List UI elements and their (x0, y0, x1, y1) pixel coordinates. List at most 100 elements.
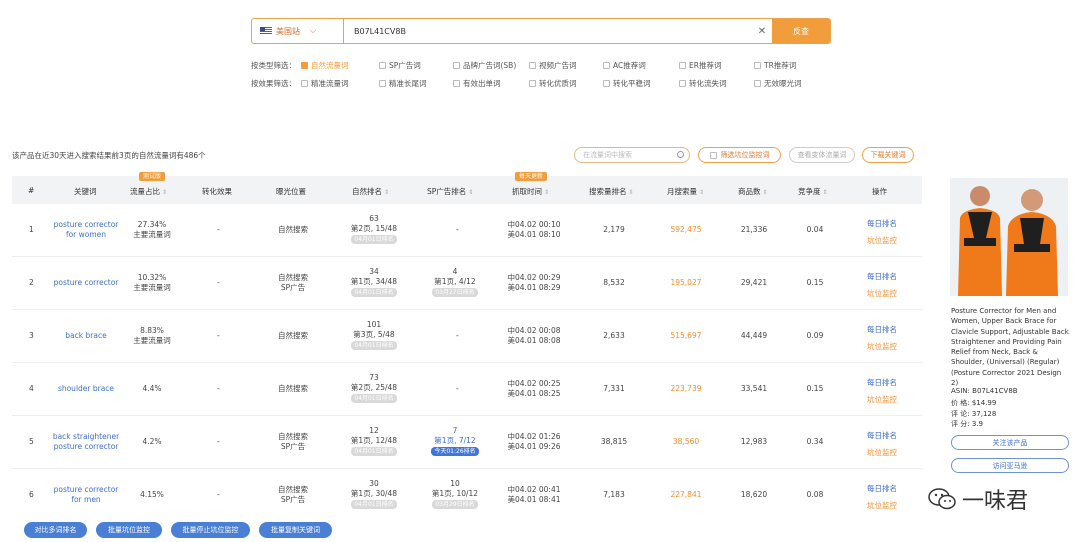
sort-icon[interactable]: ⇕ (544, 189, 549, 196)
exposure-position: 自然搜索 (278, 384, 308, 393)
filter-monitor-toggle[interactable]: 筛选坑位监控词 (698, 147, 781, 163)
checkbox-icon[interactable] (529, 61, 536, 69)
competition: 0.08 (806, 490, 824, 499)
checkbox-icon[interactable] (754, 61, 761, 69)
slot-monitor-link[interactable]: 坑位监控 (862, 285, 902, 302)
filter-sp[interactable]: SP广告词 (379, 60, 421, 71)
slot-monitor-link[interactable]: 坑位监控 (862, 497, 902, 514)
keyword-link[interactable]: posture corrector for men (48, 485, 124, 505)
keyword-link[interactable]: shoulder brace (48, 384, 124, 394)
col-competition[interactable]: 竞争度 ⇕ (798, 186, 828, 197)
filter-tr[interactable]: TR推荐词 (754, 60, 796, 71)
row-actions: 每日排名 坑位监控 (862, 215, 902, 249)
slot-monitor-link[interactable]: 坑位监控 (862, 391, 902, 408)
checkbox-icon[interactable] (679, 79, 686, 87)
slot-monitor-link[interactable]: 坑位监控 (862, 232, 902, 249)
sort-icon[interactable]: ⇕ (699, 189, 704, 196)
monthly-search-volume[interactable]: 38,560 (664, 437, 708, 447)
col-share[interactable]: 流量占比 ⇕ (130, 186, 167, 197)
natural-rank-date-badge: 04月01日排名 (351, 341, 397, 350)
slot-monitor-link[interactable]: 坑位监控 (862, 338, 902, 355)
slot-monitor-link[interactable]: 坑位监控 (862, 444, 902, 461)
filter-sb[interactable]: 品牌广告词(SB) (453, 60, 516, 71)
keyword-search-input[interactable]: 在流量词中搜索 (574, 147, 690, 163)
filter-video[interactable]: 视频广告词 (529, 60, 577, 71)
natural-rank-date-badge: 04月01日排名 (351, 394, 397, 403)
sort-icon[interactable]: ⇕ (384, 189, 389, 196)
checkbox-icon[interactable] (301, 79, 308, 87)
filter-longtail[interactable]: 精准长尾词 (379, 78, 427, 89)
filter-er[interactable]: ER推荐词 (679, 60, 721, 71)
row-index: 2 (29, 278, 34, 287)
filter-orders[interactable]: 有效出单词 (453, 78, 501, 89)
reverse-search-button[interactable]: 反查 (772, 19, 830, 43)
daily-rank-link[interactable]: 每日排名 (862, 321, 902, 338)
compare-rank-button[interactable]: 对比多词排名 (24, 522, 87, 538)
sort-icon[interactable]: ⇕ (162, 189, 167, 196)
checkbox-icon[interactable] (709, 151, 717, 159)
table-row: 3 back brace 8.83% 主要流量词 - 自然搜索 101 第3页,… (12, 310, 922, 363)
search-icon[interactable] (677, 151, 684, 158)
batch-monitor-button[interactable]: 批量坑位监控 (96, 522, 162, 538)
traffic-share: 10.32% 主要流量词 (133, 273, 171, 292)
checkbox-icon[interactable] (603, 61, 610, 69)
site-select[interactable]: 美国站 ⌵ (252, 19, 344, 43)
filter-precise[interactable]: 精准流量词 (301, 78, 349, 89)
asin-row: ASIN: B07L41CV8B (951, 387, 1018, 395)
monthly-search-volume[interactable]: 223,739 (664, 384, 708, 394)
sort-icon[interactable]: ⇕ (763, 189, 768, 196)
filter-stable[interactable]: 转化平稳词 (603, 78, 651, 89)
daily-update-tag: 每天更新 (515, 172, 548, 181)
col-search-rank[interactable]: 搜索量排名 ⇕ (589, 186, 634, 197)
follow-product-button[interactable]: 关注该产品 (951, 435, 1069, 450)
daily-rank-link[interactable]: 每日排名 (862, 427, 902, 444)
keyword-link[interactable]: back brace (48, 331, 124, 341)
filter-ac[interactable]: AC推荐词 (603, 60, 646, 71)
sp-rank-empty: - (456, 384, 459, 393)
daily-rank-link[interactable]: 每日排名 (862, 480, 902, 497)
checkbox-icon[interactable] (453, 79, 460, 87)
monthly-search-volume[interactable]: 195,027 (664, 278, 708, 288)
daily-rank-link[interactable]: 每日排名 (862, 268, 902, 285)
batch-copy-keywords-button[interactable]: 批量复制关键词 (259, 522, 332, 538)
checkbox-icon[interactable] (379, 61, 386, 69)
checkbox-icon[interactable] (529, 79, 536, 87)
sort-icon[interactable]: ⇕ (823, 189, 828, 196)
variant-traffic-button[interactable]: 查看变体流量词 (789, 147, 855, 163)
daily-rank-link[interactable]: 每日排名 (862, 215, 902, 232)
product-image[interactable] (950, 178, 1068, 296)
monthly-search-volume[interactable]: 227,841 (664, 490, 708, 500)
checkbox-icon[interactable] (754, 79, 761, 87)
batch-stop-monitor-button[interactable]: 批量停止坑位监控 (171, 522, 250, 538)
filter-natural[interactable]: 自然流量词 (301, 60, 349, 71)
crawl-time: 中04.02 01:26 美04.01 09:26 (507, 432, 561, 451)
download-keywords-button[interactable]: 下载关键词 (862, 147, 914, 163)
col-products[interactable]: 商品数 ⇕ (738, 186, 768, 197)
checkbox-icon[interactable] (379, 79, 386, 87)
col-monthly[interactable]: 月搜索量 ⇕ (667, 186, 704, 197)
keyword-link[interactable]: back straightener posture corrector (48, 432, 124, 452)
sort-icon[interactable]: ⇕ (468, 189, 473, 196)
keyword-link[interactable]: posture corrector (48, 278, 124, 288)
checkbox-icon[interactable] (301, 61, 308, 69)
checkbox-icon[interactable] (679, 61, 686, 69)
col-sp-rank[interactable]: SP广告排名 ⇕ (427, 186, 473, 197)
clear-icon[interactable]: ✕ (752, 19, 772, 43)
asin-search-input[interactable] (344, 19, 752, 43)
visit-amazon-button[interactable]: 访问亚马逊 (951, 458, 1069, 473)
monthly-search-volume[interactable]: 515,697 (664, 331, 708, 341)
row-actions: 每日排名 坑位监控 (862, 374, 902, 408)
checkbox-icon[interactable] (453, 61, 460, 69)
price-row: 价 格: $14.99 (951, 399, 997, 407)
keyword-link[interactable]: posture corrector for women (48, 220, 124, 240)
checkbox-icon[interactable] (603, 79, 610, 87)
col-natural-rank[interactable]: 自然排名 ⇕ (352, 186, 389, 197)
daily-rank-link[interactable]: 每日排名 (862, 374, 902, 391)
natural-rank-date-badge: 04月01日排名 (351, 235, 397, 244)
filter-invalid[interactable]: 无效曝光词 (754, 78, 802, 89)
filter-quality[interactable]: 转化优质词 (529, 78, 577, 89)
sort-icon[interactable]: ⇕ (629, 189, 634, 196)
filter-loss[interactable]: 转化流失词 (679, 78, 727, 89)
col-crawl-time[interactable]: 抓取时间 ⇕ (512, 186, 549, 197)
monthly-search-volume[interactable]: 592,475 (664, 225, 708, 235)
